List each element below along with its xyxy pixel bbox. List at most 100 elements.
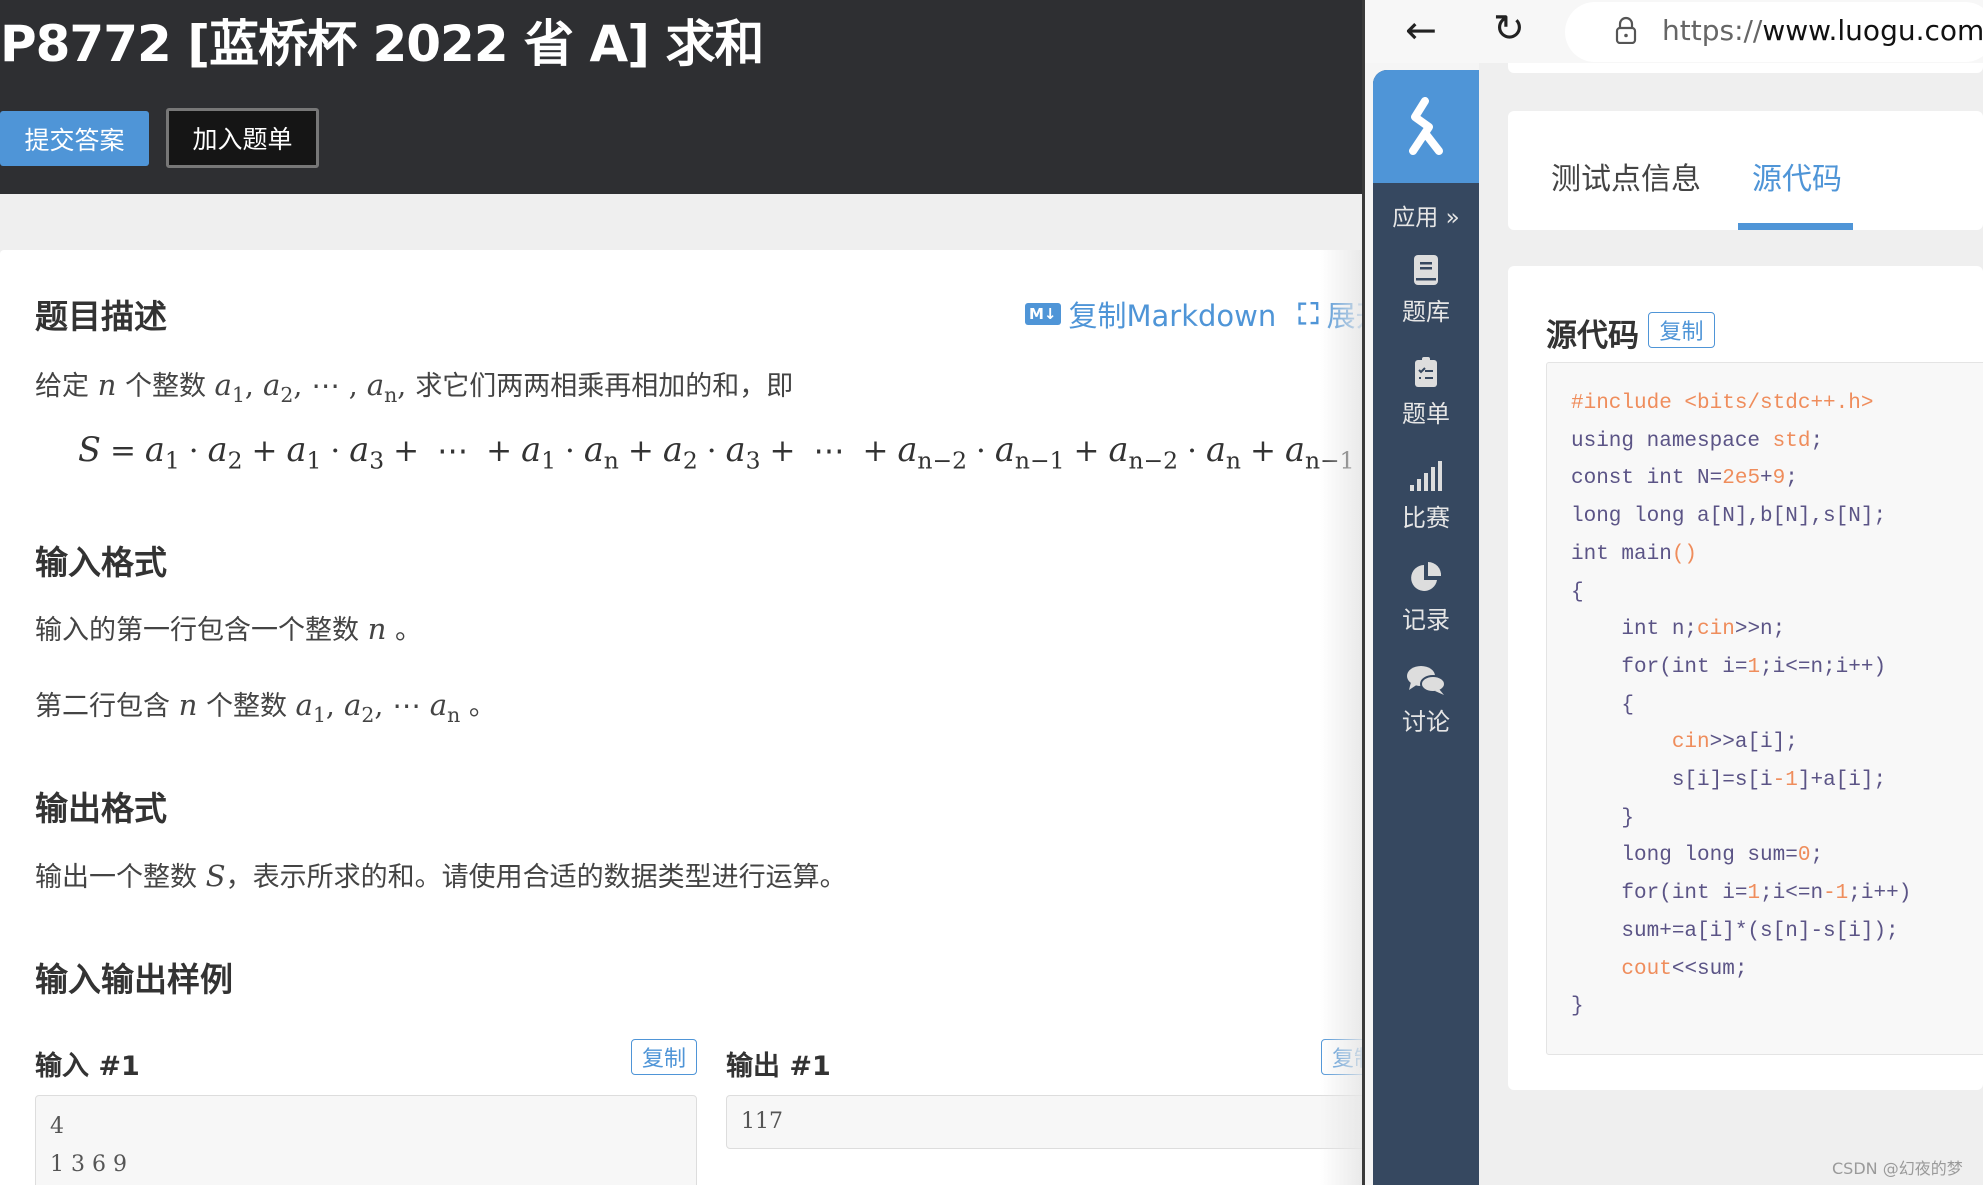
sidebar-item-label: 记录 [1402,606,1450,634]
add-to-list-button[interactable]: 加入题单 [166,108,319,168]
formula-subscript: 2 [682,446,698,475]
code-line: { [1571,687,1911,725]
sidebar-item-label: 比赛 [1402,504,1450,532]
tab-testcases[interactable]: 测试点信息 [1551,154,1701,198]
code-block: #include <bits/stdc++.h> using namespace … [1546,362,1983,1055]
formula-subscript: 3 [745,446,761,475]
code-line: int n;cin>>n; [1571,611,1911,649]
expand-icon: ⛶ [1298,296,1319,331]
code-token: >>n; [1734,618,1786,642]
code-token: long long sum= [1571,844,1798,868]
code-token: int n; [1571,618,1698,642]
code-token: + [1760,467,1773,491]
sidebar-item-contests[interactable]: 比赛 [1373,456,1479,533]
submit-answer-button[interactable]: 提交答案 [0,111,149,166]
formula-subscript: 1 [541,446,556,475]
math-variable: an [366,368,398,407]
text-segment: 输入的第一行包含一个整数 [35,615,368,646]
formula-operator: + [769,433,796,469]
math-variable: n [367,612,387,646]
address-bar[interactable]: https://www.luogu.com.cn [1565,2,1983,62]
problem-header: P8772 [蓝桥杯 2022 省 A] 求和 提交答案 加入题单 [0,0,1364,194]
math-variable: a2 [343,688,375,727]
window-edge-shadow [1320,250,1364,1185]
code-token: ;i++) [1848,882,1912,906]
source-code-heading: 源代码 [1546,318,1639,354]
code-token: ;i<=n [1760,882,1824,906]
code-token-highlight: -1 [1823,882,1849,906]
math-subscript: 1 [312,702,326,727]
formula-subscript: 1 [164,446,180,475]
math-variable: a1 [295,688,326,727]
code-token: long long a[N],b[N],s[N]; [1571,505,1887,529]
math-variable: S [205,859,226,893]
formula-term: a1 [521,430,556,475]
formula-subscript: n [1225,446,1241,475]
formula-term: an−1 [994,430,1065,475]
formula-operator: + [1250,433,1276,469]
code-token-highlight: cin [1697,618,1735,642]
code-line: cin>>a[i]; [1571,724,1911,762]
code-token-highlight: 2e5 [1722,467,1761,491]
sidebar-item-label: 题库 [1402,298,1450,326]
copy-code-button[interactable]: 复制 [1648,312,1715,348]
code-token: const int N= [1571,467,1723,491]
formula-operator: ⋯ [437,433,469,469]
formula-operator: + [627,433,654,469]
code-token: s[i]=s[i [1571,769,1773,793]
output-format-heading: 输出格式 [35,789,167,828]
code-token: <<sum; [1671,957,1748,981]
code-line: int main() [1571,536,1911,574]
code-token-highlight: 0 [1797,844,1811,868]
code-token: using namespace [1571,429,1773,453]
sidebar-item-discuss[interactable]: 讨论 [1373,660,1479,737]
code-token: ]+a[i]; [1797,769,1887,793]
source-code: #include <bits/stdc++.h> using namespace … [1571,385,1911,1026]
sidebar-item-problems[interactable]: 题库 [1373,250,1479,327]
sidebar-item-problem-lists[interactable]: 题单 [1373,352,1479,429]
record-content: 测试点信息 源代码 源代码 复制 #include <bits/stdc++.h… [1479,63,1983,1185]
math-punctuation: , ⋯ [374,689,430,722]
signal-bars-icon [1373,456,1479,496]
code-token: ; [1785,467,1798,491]
code-token: int main [1571,542,1672,566]
active-tab-indicator [1738,223,1853,230]
code-token: } [1571,806,1635,830]
code-token: { [1571,580,1584,604]
formula-subscript: n [603,446,619,475]
formula-operator: · [564,433,575,469]
code-line: s[i]=s[i-1]+a[i]; [1571,762,1911,800]
code-line: long long a[N],b[N],s[N]; [1571,498,1911,536]
sample-input-box: 4 1 3 6 9 [35,1095,697,1185]
url-text[interactable]: https://www.luogu.com.cn [1662,14,1983,47]
pie-chart-icon [1373,558,1479,598]
luogu-sidebar: 应用 » 题库 题单 比赛 记录 讨论 [1373,70,1479,1185]
formula-term: a2 [662,430,698,475]
apps-menu[interactable]: 应用 » [1373,198,1479,232]
url-host: www.luogu.com.cn [1762,14,1983,47]
luogu-logo[interactable] [1373,70,1479,183]
formula-term: a1 [286,430,322,475]
sidebar-item-records[interactable]: 记录 [1373,558,1479,635]
text-segment: 给定 [35,371,98,402]
code-token-highlight: cout [1621,957,1672,981]
back-arrow-icon[interactable]: ← [1405,8,1437,52]
formula-subscript: n−2 [1128,446,1179,475]
math-subscript: 2 [361,702,375,727]
text-segment: ，表示所求的和。请使用合适的数据类型进行运算。 [225,862,847,893]
math-variable: an [429,688,461,727]
formula-operator: · [188,433,199,469]
problem-title: P8772 [蓝桥杯 2022 省 A] 求和 [0,15,764,73]
formula-operator: = [109,433,136,469]
copy-input-button[interactable]: 复制 [631,1039,697,1075]
copy-markdown-button[interactable]: M↓ 复制Markdown ⛶ 展开 [1025,293,1364,335]
text-segment: 输出一个整数 [35,862,206,893]
formula-subscript: 3 [369,446,385,475]
formula-term: an−2 [897,430,968,475]
source-code-card: 源代码 复制 #include <bits/stdc++.h> using nam… [1508,266,1983,1090]
tab-source-code[interactable]: 源代码 [1752,154,1842,198]
reload-icon[interactable]: ↻ [1493,6,1525,50]
math-subscript: 2 [280,382,294,407]
chat-bubbles-icon [1373,660,1479,700]
